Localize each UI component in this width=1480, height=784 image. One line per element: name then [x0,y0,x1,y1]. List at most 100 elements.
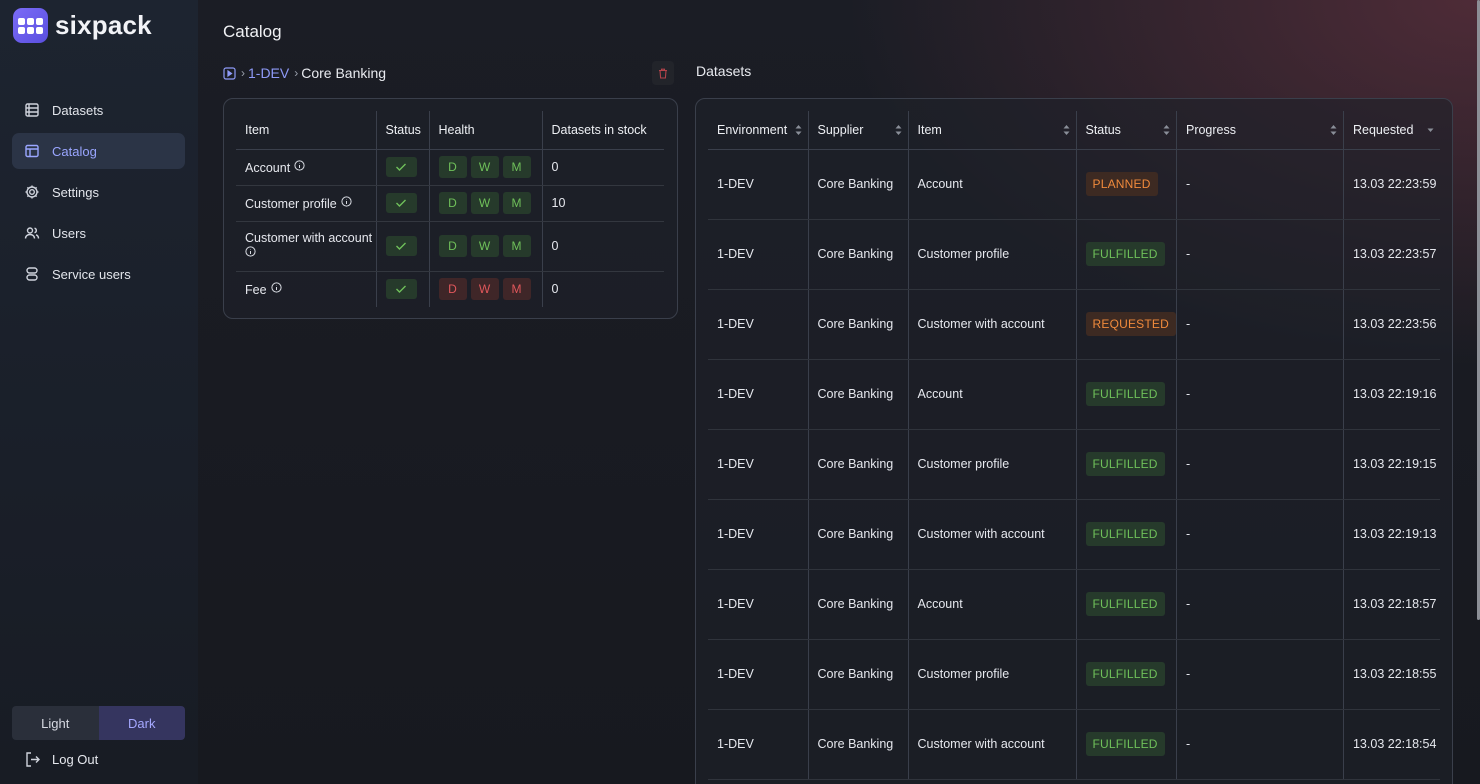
health-daily-badge: D [438,235,467,257]
cell-progress: - [1175,359,1344,430]
sidebar-item-catalog[interactable]: Catalog [12,133,185,169]
logout-button[interactable]: Log Out [24,751,98,768]
health-weekly-badge: W [470,278,499,301]
cell-item: Customer profile [907,639,1076,710]
sort-icon [795,125,802,135]
theme-dark-button[interactable]: Dark [98,706,185,740]
column-header-supplier[interactable]: Supplier [807,111,908,150]
info-icon[interactable] [245,246,256,257]
cell-item: Customer with account [907,289,1076,360]
delete-button[interactable] [652,61,674,85]
cell-requested: 13.03 22:19:15 [1342,429,1440,500]
breadcrumb-env[interactable]: 1-DEV [248,65,289,81]
sidebar-nav: Datasets Catalog Settings Users Service … [12,92,185,297]
table-row[interactable]: Customer with account DWM 0 [236,221,664,272]
table-row[interactable]: 1-DEV Core Banking Customer profile FULF… [708,429,1440,500]
table-row[interactable]: 1-DEV Core Banking Account FULFILLED - 1… [708,359,1440,430]
cell-supplier: Core Banking [807,499,908,570]
page-title: Catalog [223,22,282,41]
table-row[interactable]: 1-DEV Core Banking Account PLANNED - 13.… [708,149,1440,220]
cell-progress: - [1175,639,1344,710]
theme-light-button[interactable]: Light [12,706,99,740]
health-weekly-badge: W [470,235,499,257]
cell-environment: 1-DEV [708,149,808,220]
sidebar-item-settings[interactable]: Settings [12,174,185,210]
cell-item: Account [907,359,1076,430]
cell-supplier: Core Banking [807,359,908,430]
environment-icon[interactable] [223,66,236,80]
health-daily-badge: D [438,156,467,178]
cell-progress: - [1175,429,1344,500]
cell-progress: - [1175,569,1344,640]
cell-requested: 13.03 22:23:56 [1342,289,1440,360]
sort-icon [1063,125,1070,135]
users-icon [24,225,40,241]
breadcrumb-separator: › [294,66,299,80]
info-icon[interactable] [341,195,352,207]
status-badge: FULFILLED [1085,522,1165,546]
status-badge: PLANNED [1085,172,1158,196]
info-icon[interactable] [270,282,282,293]
app-logo[interactable]: sixpack [13,8,152,43]
breadcrumb: › 1-DEV › Core Banking [223,65,386,81]
column-header-environment[interactable]: Environment [708,111,808,150]
column-header-requested[interactable]: Requested [1342,111,1440,150]
health-weekly-badge: W [470,156,499,178]
column-header-health: Health [428,111,542,150]
cell-supplier: Core Banking [807,709,908,780]
status-check-icon [385,279,417,300]
cell-item: Customer profile [907,219,1076,290]
cell-item: Customer profile [907,429,1076,500]
column-header-progress[interactable]: Progress [1175,111,1344,150]
status-badge: FULFILLED [1085,382,1165,406]
table-row[interactable]: 1-DEV Core Banking Account FULFILLED - 1… [708,569,1440,640]
table-row[interactable]: 1-DEV Core Banking Customer with account… [708,499,1440,570]
status-badge: FULFILLED [1085,592,1165,616]
datasets-title: Datasets [696,63,752,79]
cell-item: Customer with account [907,499,1076,570]
cell-supplier: Core Banking [807,289,908,360]
catalog-icon [24,143,40,159]
service-users-icon [24,266,40,282]
table-row[interactable]: Account DWM 0 [236,149,664,186]
sort-desc-icon [1427,125,1434,135]
sidebar-item-service-users[interactable]: Service users [12,256,185,292]
main-content: Catalog › 1-DEV › Core Banking Datasets … [198,0,1480,784]
table-row[interactable]: 1-DEV Core Banking Customer profile FULF… [708,219,1440,290]
table-row[interactable]: 1-DEV Core Banking Customer with account… [708,709,1440,780]
table-row[interactable]: 1-DEV Core Banking Customer with account… [708,289,1440,360]
column-header-status[interactable]: Status [1075,111,1177,150]
gear-icon [24,184,40,200]
cell-requested: 13.03 22:18:57 [1342,569,1440,640]
table-row[interactable]: Fee DWM 0 [236,271,664,307]
cell-progress: - [1175,219,1344,290]
health-daily-badge: D [438,278,467,301]
datasets-table: Environment Supplier Item Status Progres… [708,111,1440,780]
table-row[interactable]: Customer profile DWM 10 [236,185,664,222]
sidebar: sixpack Datasets Catalog Settings Users [0,0,198,784]
health-monthly-badge: M [502,156,531,178]
cell-supplier: Core Banking [807,429,908,500]
cell-progress: - [1175,149,1344,220]
table-row[interactable]: 1-DEV Core Banking Customer profile FULF… [708,639,1440,710]
item-name: Customer profile [245,196,337,211]
column-header-stock: Datasets in stock [541,111,664,150]
info-icon[interactable] [294,159,305,171]
sidebar-item-label: Users [52,225,86,241]
column-header-item[interactable]: Item [907,111,1076,150]
sidebar-item-label: Service users [52,266,131,282]
page-scrollbar[interactable] [1476,0,1480,784]
status-badge: FULFILLED [1085,452,1165,476]
logout-label: Log Out [52,752,99,767]
cell-requested: 13.03 22:23:59 [1342,149,1440,220]
breadcrumb-separator: › [241,66,245,80]
status-check-icon [385,236,417,256]
status-check-icon [385,193,417,213]
sidebar-item-datasets[interactable]: Datasets [12,92,185,128]
status-badge: FULFILLED [1085,732,1165,756]
health-monthly-badge: M [502,192,531,214]
cell-environment: 1-DEV [708,639,808,710]
sidebar-item-users[interactable]: Users [12,215,185,251]
cell-requested: 13.03 22:23:57 [1342,219,1440,290]
sidebar-item-label: Datasets [52,102,104,118]
